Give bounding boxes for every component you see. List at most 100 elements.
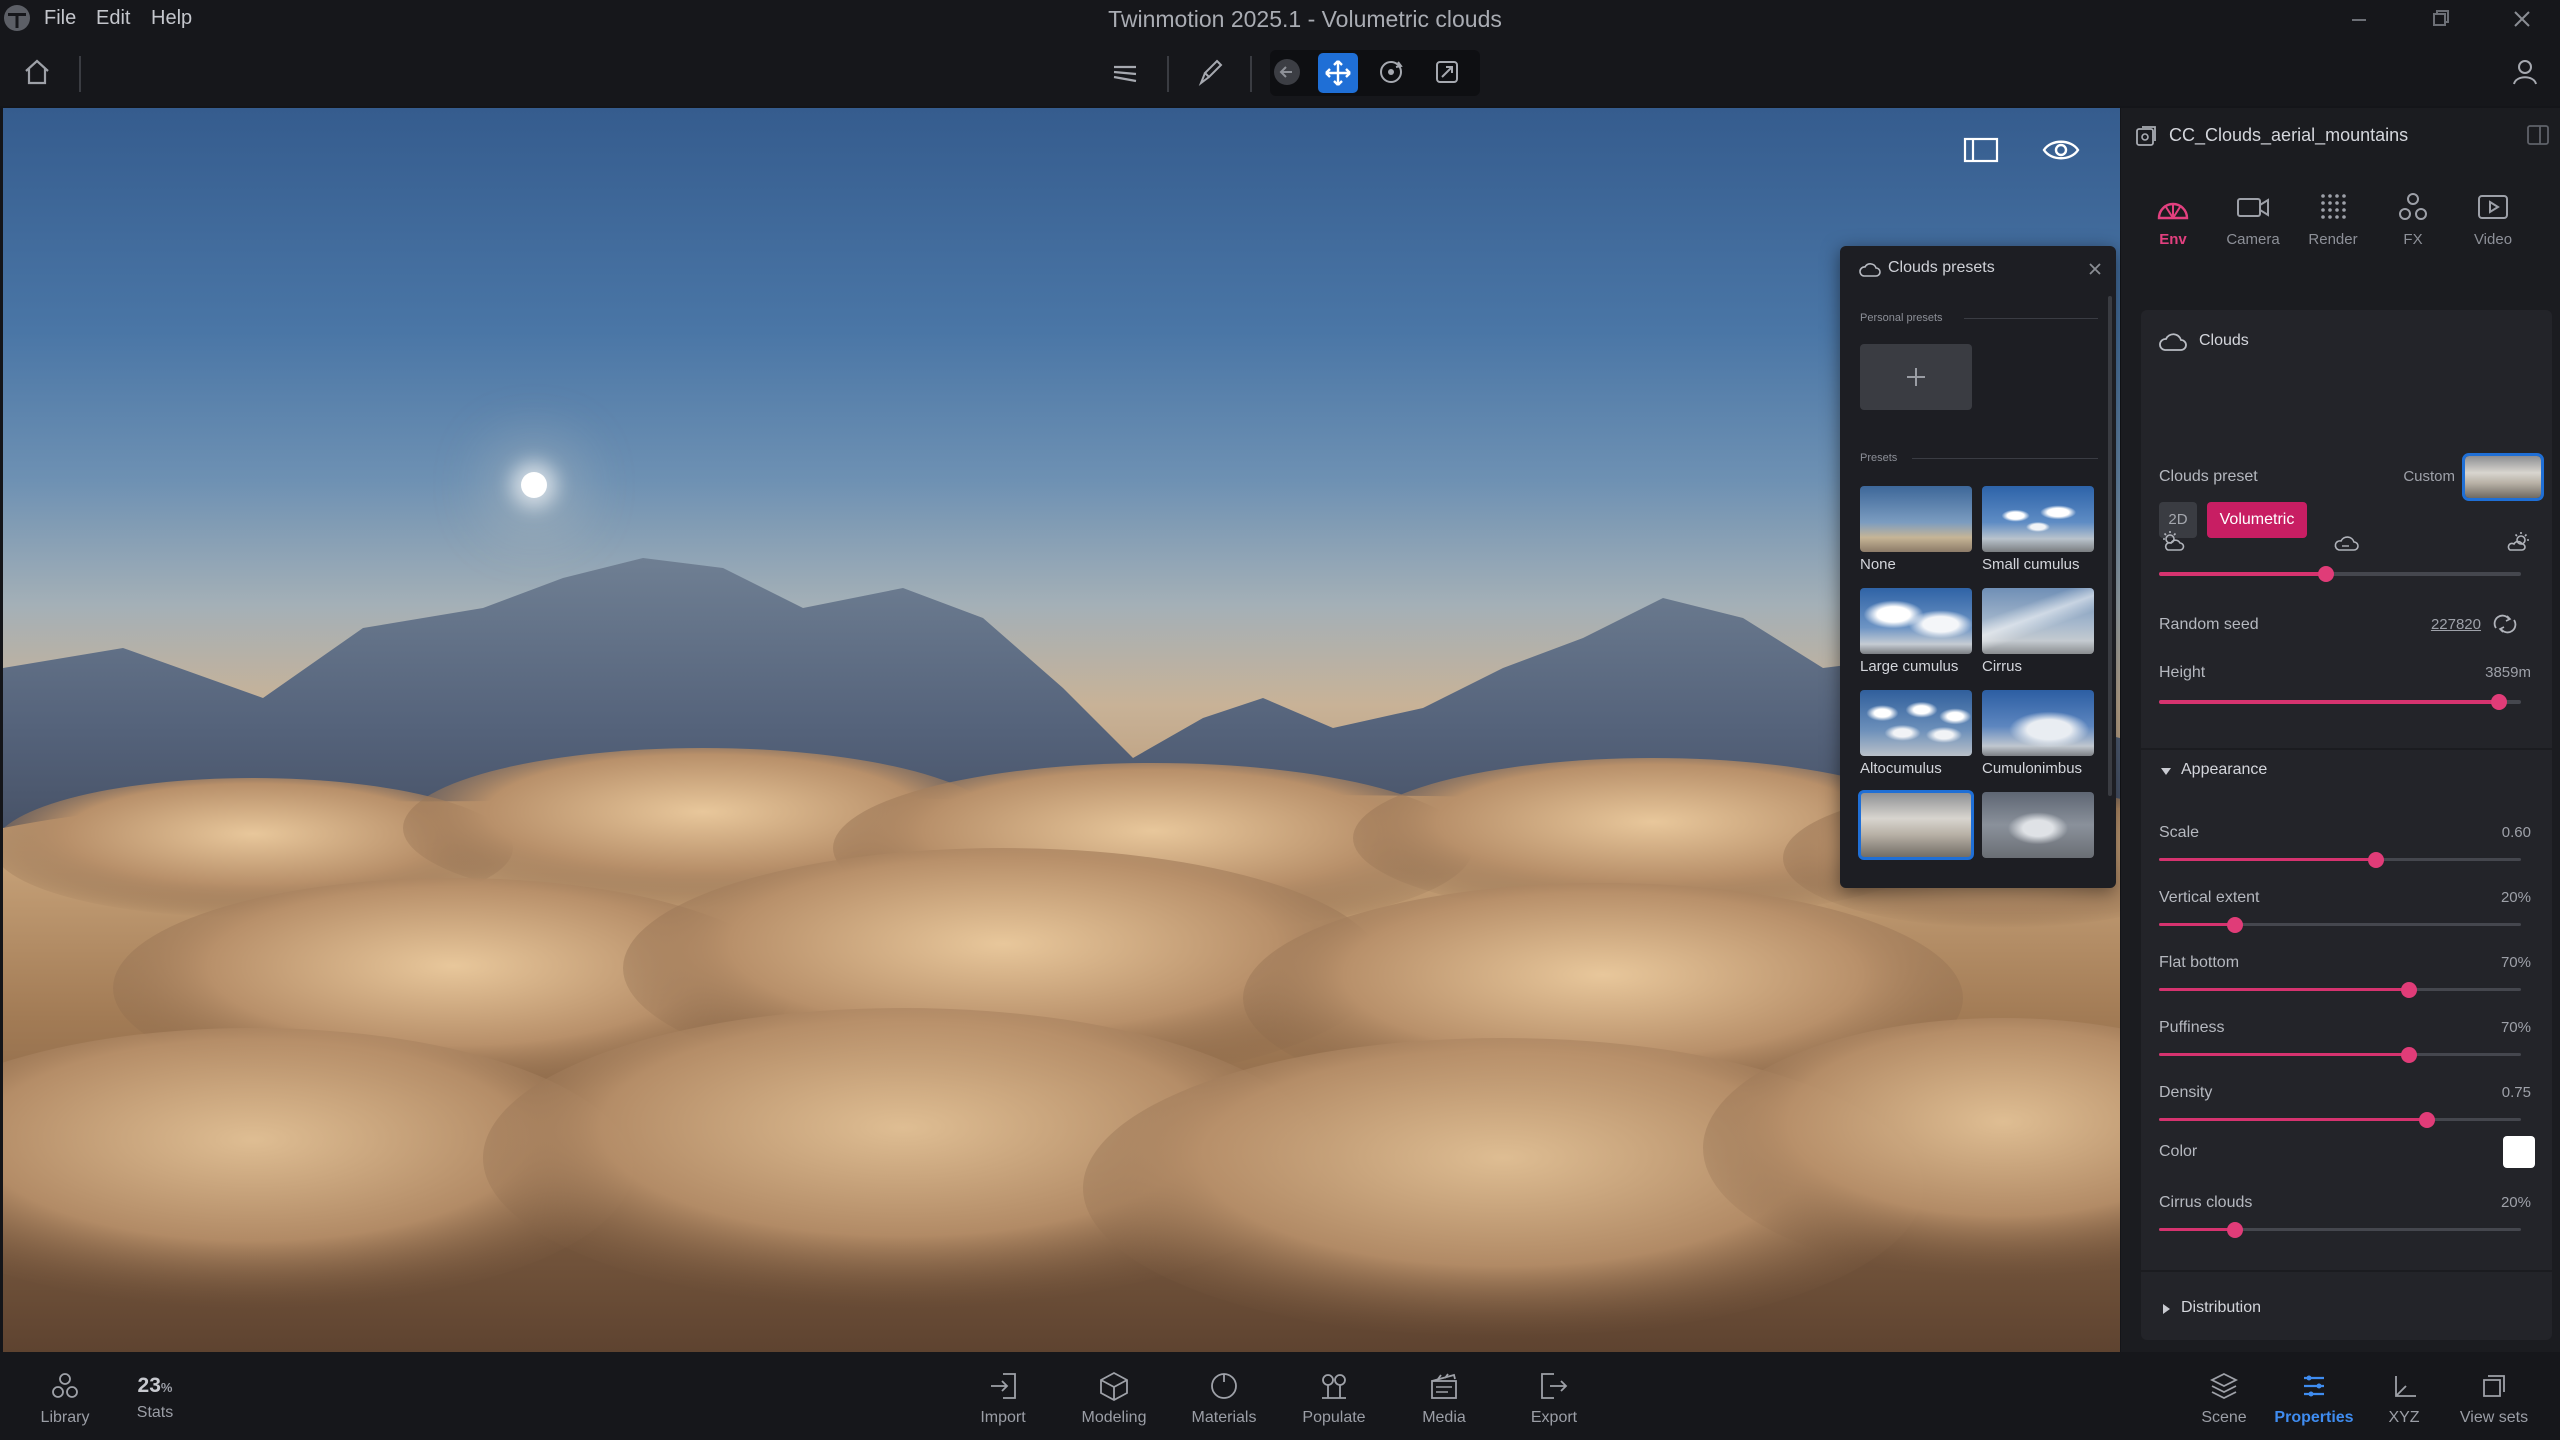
preset-cumulonimbus[interactable]: Cumulonimbus (1982, 690, 2094, 777)
cube-icon (1100, 1371, 1128, 1402)
modeling-button[interactable]: Modeling (1069, 1370, 1159, 1427)
stats-percentage: 23% (137, 1374, 173, 1397)
minimize-icon[interactable] (2344, 4, 2374, 34)
import-icon (991, 1373, 1016, 1399)
import-button[interactable]: Import (958, 1370, 1048, 1427)
add-preset-button[interactable] (1860, 344, 1972, 410)
media-button[interactable]: Media (1399, 1370, 1489, 1427)
populate-button[interactable]: Populate (1289, 1370, 1379, 1427)
populate-tree-icon (1322, 1374, 1346, 1399)
toolbar (0, 38, 2560, 106)
scale-slider[interactable] (2159, 852, 2521, 868)
color-swatch[interactable] (2503, 1136, 2535, 1168)
move-tool-button[interactable] (1318, 53, 1358, 93)
mode-volumetric-button[interactable]: Volumetric (2207, 502, 2307, 538)
scene-file-icon (2136, 126, 2156, 146)
cirrus-clouds-slider[interactable] (2159, 1222, 2521, 1238)
library-icon (52, 1373, 78, 1398)
preset-cirrus[interactable]: Cirrus (1982, 588, 2094, 675)
appearance-section-header[interactable]: Appearance (2181, 761, 2267, 779)
height-value: 3859m (2485, 664, 2531, 681)
move-icon (1325, 60, 1351, 86)
puffiness-label: Puffiness (2159, 1019, 2225, 1036)
user-account-icon[interactable] (2508, 55, 2542, 89)
volumetric-cloud-layer (3, 748, 2120, 1352)
layers-icon[interactable] (1108, 55, 1142, 89)
flat-bottom-slider[interactable] (2159, 982, 2521, 998)
restore-icon[interactable] (2426, 4, 2456, 34)
export-icon (1541, 1373, 1568, 1399)
scale-label: Scale (2159, 824, 2200, 841)
clouds-preset-thumbnail[interactable] (2462, 453, 2544, 501)
visibility-eye-icon[interactable] (2041, 130, 2081, 170)
random-seed-label: Random seed (2159, 616, 2259, 633)
clouds-preset-label: Clouds preset (2159, 468, 2258, 485)
back-arrow-icon[interactable] (1270, 55, 1304, 89)
tab-camera[interactable]: Camera (2213, 190, 2293, 248)
density-slider[interactable] (2159, 1112, 2521, 1128)
panel-layout-icon[interactable] (1961, 130, 2001, 170)
material-sphere-icon (1211, 1373, 1237, 1399)
library-button[interactable]: Library (20, 1370, 110, 1427)
title-bar: File Edit Help Twinmotion 2025.1 - Volum… (0, 0, 2560, 38)
tab-render[interactable]: Render (2293, 190, 2373, 248)
document-name: CC_Clouds_aerial_mountains (2169, 125, 2409, 145)
rotate-tool-icon[interactable] (1374, 55, 1408, 89)
vertical-extent-slider[interactable] (2159, 917, 2521, 933)
cirrus-thumbnail (1982, 588, 2094, 654)
preset-small-cumulus[interactable]: Small cumulus (1982, 486, 2094, 573)
preset-altocumulus[interactable]: Altocumulus (1860, 690, 1972, 777)
preset-overcast-selected[interactable] (1858, 790, 1974, 860)
env-icon (2157, 202, 2189, 220)
random-seed-input[interactable]: 227820 (2371, 616, 2481, 633)
close-icon[interactable] (2084, 258, 2106, 280)
vertical-extent-value: 20% (2500, 889, 2531, 906)
scale-tool-icon[interactable] (1430, 55, 1464, 89)
view-sets-button[interactable]: View sets (2449, 1370, 2539, 1427)
3d-viewport[interactable] (3, 108, 2120, 1352)
toolbar-separator (79, 56, 81, 92)
cirrus-clouds-value: 20% (2500, 1194, 2531, 1211)
divider (1912, 458, 2098, 459)
preset-large-cumulus[interactable]: Large cumulus (1860, 588, 1972, 675)
tab-video[interactable]: Video (2453, 190, 2533, 248)
preset-storm[interactable] (1982, 792, 2094, 858)
cloud-coverage-slider[interactable] (2159, 566, 2521, 582)
preset-none[interactable]: None (1860, 486, 1972, 573)
puffiness-slider[interactable] (2159, 1047, 2521, 1063)
tab-fx[interactable]: FX (2373, 190, 2453, 248)
plus-icon (1907, 368, 1925, 386)
divider (2141, 748, 2552, 750)
section-title: Clouds (2199, 332, 2249, 349)
panel-toggle-icon[interactable] (2525, 122, 2551, 148)
density-label: Density (2159, 1084, 2213, 1101)
export-button[interactable]: Export (1509, 1370, 1599, 1427)
clouds-preset-value: Custom (2403, 468, 2455, 485)
presets-scrollbar[interactable] (2108, 296, 2112, 796)
clouds-presets-panel: Clouds presets Personal presets Presets … (1840, 246, 2116, 888)
video-icon (2478, 195, 2508, 219)
randomize-icon[interactable] (2491, 612, 2519, 636)
properties-list-icon (2304, 1375, 2324, 1397)
close-icon[interactable] (2507, 4, 2537, 34)
tab-env[interactable]: Env (2133, 190, 2213, 248)
chevron-down-icon[interactable] (2159, 764, 2173, 778)
home-icon[interactable] (20, 55, 54, 89)
chevron-right-icon[interactable] (2159, 1302, 2173, 1316)
personal-presets-heading: Personal presets (1860, 312, 1943, 324)
puffiness-value: 70% (2500, 1019, 2531, 1036)
partly-sunny-icon (2163, 531, 2185, 551)
scene-button[interactable]: Scene (2179, 1370, 2269, 1427)
altocumulus-thumbnail (1860, 690, 1972, 756)
axis-icon (2395, 1376, 2416, 1397)
stats-button[interactable]: 23% Stats (110, 1370, 200, 1422)
properties-button[interactable]: Properties (2269, 1370, 2359, 1427)
cloudy-icon (2334, 536, 2359, 551)
materials-button[interactable]: Materials (1179, 1370, 1269, 1427)
xyz-button[interactable]: XYZ (2359, 1370, 2449, 1427)
properties-panel: CC_Clouds_aerial_mountains Env Camera Re… (2121, 108, 2560, 1352)
clouds-settings: Clouds 2D Volumetric Clouds preset Custo… (2141, 310, 2552, 1340)
brush-icon[interactable] (1193, 55, 1227, 89)
height-slider[interactable] (2159, 694, 2521, 710)
distribution-section-header[interactable]: Distribution (2181, 1299, 2261, 1317)
